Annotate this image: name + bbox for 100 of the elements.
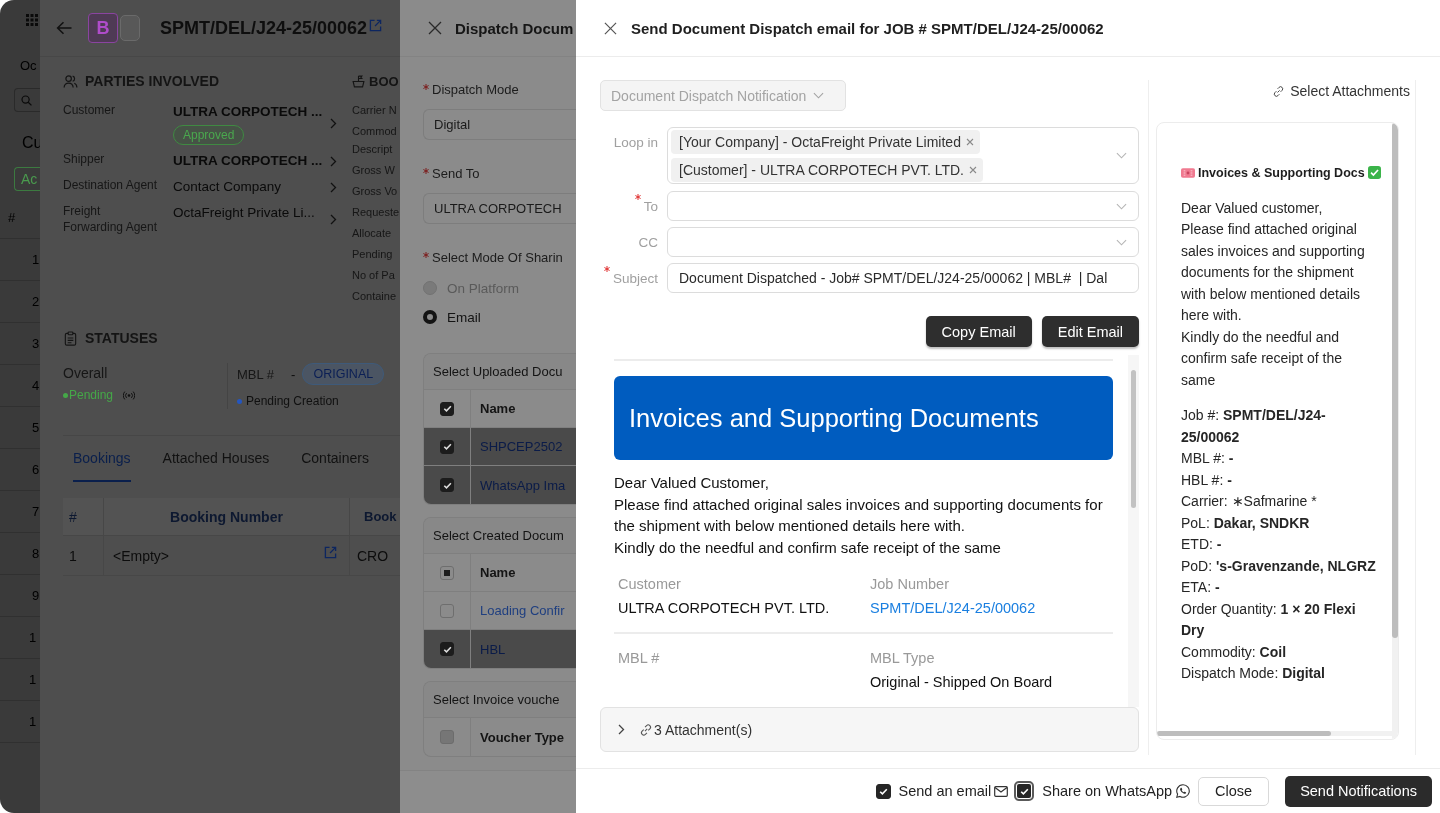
- detail-line: ETA: -: [1181, 578, 1221, 597]
- scrollbar[interactable]: [1392, 123, 1398, 739]
- phone-bubble-icon: [1176, 784, 1191, 798]
- detail-line: Commodity: Coil: [1181, 642, 1288, 662]
- status-text: Pending Creation: [246, 394, 339, 408]
- row-number: 1: [28, 714, 37, 729]
- field-label: Allocate: [352, 226, 393, 241]
- scrollbar-thumb[interactable]: [1157, 731, 1331, 736]
- back-arrow-icon[interactable]: [56, 21, 72, 35]
- document-link[interactable]: Loading Confir: [480, 603, 565, 618]
- detail-line: Carrier: ∗Safmarine *: [1181, 492, 1318, 511]
- detail-label: Job Number: [870, 575, 949, 594]
- remove-icon[interactable]: [969, 165, 977, 174]
- column-header: Book: [350, 498, 400, 536]
- drawer-title: Send Document Dispatch email for JOB # SPMT/DEL/J24-25/00062: [631, 19, 1104, 37]
- column-header: Name: [479, 564, 516, 582]
- recipient-tag[interactable]: [Customer] - ULTRA CORPOTECH PVT. LTD.: [671, 157, 983, 182]
- attachments-toggle[interactable]: 3 Attachment(s): [600, 707, 1139, 752]
- message-title: Invoices & Supporting Docs: [1198, 165, 1365, 180]
- check-square-icon: [1367, 166, 1381, 180]
- party-name: Contact Company: [173, 178, 282, 196]
- party-name: ULTRA CORPOTECH ...: [173, 152, 323, 170]
- field-label: Freight Forwarding Agent: [63, 203, 159, 235]
- caret-down-icon: [813, 92, 825, 99]
- action-button[interactable]: Edit Email: [1041, 316, 1139, 347]
- row-number: 3: [31, 336, 40, 351]
- close-icon[interactable]: [428, 21, 442, 35]
- action-button[interactable]: Copy Email: [925, 316, 1032, 347]
- field-label: Customer: [63, 102, 116, 118]
- field-label: Requeste: [352, 205, 400, 220]
- scrollbar-thumb[interactable]: [1392, 123, 1398, 638]
- checkbox[interactable]: [440, 478, 454, 492]
- row-number: 4: [31, 378, 40, 393]
- close-icon[interactable]: [604, 21, 617, 35]
- card-title: Select Invoice vouche: [433, 692, 560, 707]
- option-label: Send an email: [898, 783, 992, 799]
- loop-in-field[interactable]: [Your Company] - OctaFreight Private Limited [Customer] - ULTRA CORPOTECH PVT. LTD.: [667, 127, 1139, 184]
- select-field[interactable]: ULTRA CORPOTECH: [423, 193, 576, 224]
- to-field[interactable]: [667, 191, 1139, 221]
- select-field[interactable]: Digital: [423, 109, 576, 140]
- caret-down-icon: [1116, 202, 1127, 210]
- field-label: Shipper: [63, 151, 106, 167]
- section-heading: STATUSES: [85, 330, 158, 346]
- drawer-title: Dispatch Docum: [455, 19, 574, 37]
- checkbox[interactable]: [875, 783, 891, 799]
- checkbox[interactable]: [1014, 781, 1035, 801]
- label-text: Oc: [19, 57, 37, 75]
- scrollbar-thumb[interactable]: [1131, 370, 1136, 508]
- checkbox[interactable]: [440, 565, 454, 580]
- detail-line: Job #: SPMT/DEL/J24-25/00062: [1181, 406, 1327, 447]
- field-label: Commod Descript: [352, 124, 398, 157]
- scrollbar[interactable]: [1128, 355, 1139, 707]
- detail-label: MBL #: [618, 649, 660, 668]
- cc-field[interactable]: [667, 227, 1139, 257]
- chevron-right-icon: [618, 724, 625, 735]
- remove-icon[interactable]: [965, 137, 974, 146]
- detail-label: Customer: [618, 575, 681, 594]
- mbl-number: -: [291, 366, 296, 382]
- status-badge: ORIGINAL: [302, 363, 385, 385]
- job-number-link[interactable]: SPMT/DEL/J24-25/00062: [870, 598, 1036, 618]
- checkbox[interactable]: [440, 401, 454, 416]
- status-label: MBL #: [237, 366, 275, 382]
- checkbox[interactable]: [440, 603, 454, 618]
- row-number: 6: [31, 462, 40, 477]
- column-header: Booking Number: [104, 498, 350, 536]
- select-attachments-link[interactable]: Select Attachments: [1272, 80, 1410, 102]
- chevron-right-icon[interactable]: [330, 213, 337, 225]
- field-label: Pending: [352, 247, 394, 262]
- footer-button[interactable]: Close: [1198, 776, 1270, 806]
- footer-button[interactable]: Send Notifications: [1285, 775, 1432, 807]
- party-name: ULTRA CORPOTECH ...: [173, 103, 323, 121]
- search-icon: [21, 94, 32, 106]
- detail-line: Dispatch Mode: Digital: [1181, 664, 1326, 683]
- chevron-right-icon[interactable]: [330, 181, 337, 193]
- row-number: 1: [31, 252, 40, 267]
- recipient-tag[interactable]: [Your Company] - OctaFreight Private Limited: [671, 129, 980, 154]
- caret-down-icon: [1116, 152, 1127, 159]
- subject-field[interactable]: Document Dispatched - Job# SPMT/DEL/J24-25/00062 | MBL# | Dal: [667, 263, 1139, 293]
- email-banner: Invoices and Supporting Documents: [614, 376, 1113, 460]
- field-label: CC: [638, 234, 658, 250]
- row-number: 8: [31, 546, 40, 561]
- column-header: #: [7, 210, 16, 225]
- section-heading: PARTIES INVOLVED: [85, 73, 220, 89]
- status-label: Overall: [63, 364, 108, 383]
- blank-tile: [120, 15, 140, 41]
- external-link-icon[interactable]: [324, 546, 337, 559]
- chevron-right-icon[interactable]: [330, 118, 337, 129]
- scrollbar[interactable]: [1157, 731, 1392, 736]
- email-message: Dear Valued Customer, Please find attached original sales invoices and supporting documents for the shipment with below mentioned details here with. Kindly do the needful and confirm safe receipt of the same: [614, 473, 1104, 558]
- checkbox[interactable]: [440, 439, 454, 454]
- row-number: 5: [31, 420, 40, 435]
- ticket-icon: [1181, 167, 1195, 178]
- external-link-icon[interactable]: [369, 18, 383, 32]
- radio-button[interactable]: [423, 310, 437, 324]
- grid-icon[interactable]: [26, 14, 38, 26]
- chevron-right-icon[interactable]: [330, 155, 337, 167]
- field-label: Loop in: [613, 134, 658, 150]
- checkbox[interactable]: [440, 642, 454, 656]
- detail-line: Order Quantity: 1 × 20 Flexi Dry: [1181, 599, 1357, 640]
- broadcast-icon: [123, 390, 136, 400]
